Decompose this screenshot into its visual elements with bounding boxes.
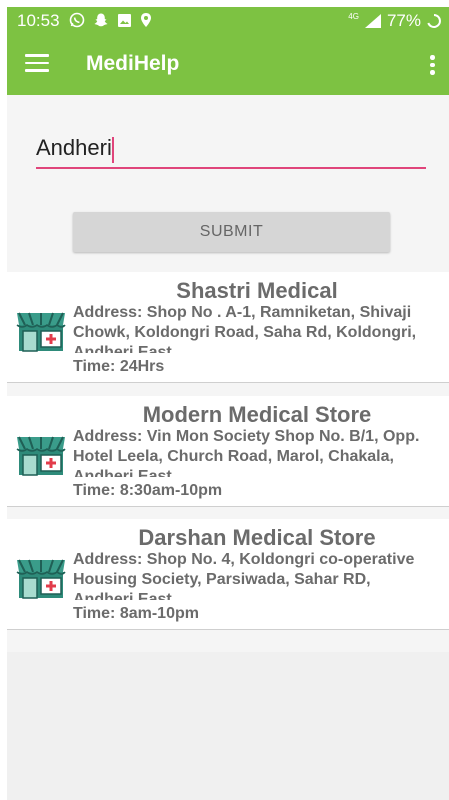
signal-icon — [364, 14, 381, 28]
store-hours: Time: 8:30am-10pm — [73, 482, 223, 499]
store-address: Address: Shop No. 4, Koldongri co-operat… — [73, 551, 415, 600]
store-hours: Time: 24Hrs — [73, 358, 165, 375]
location-icon — [141, 13, 151, 27]
store-name: Shastri Medical — [176, 278, 338, 303]
store-card[interactable]: Shastri Medical Address: Shop No . A-1, … — [7, 272, 449, 383]
battery-percent: 77% — [386, 11, 421, 30]
store-address: Address: Vin Mon Society Shop No. B/1, O… — [73, 428, 420, 477]
status-right: 4G 77% — [348, 11, 442, 31]
status-time: 10:53 — [17, 11, 60, 30]
network-label: 4G — [348, 11, 359, 21]
snapchat-icon — [94, 13, 108, 27]
submit-button[interactable]: SUBMIT — [73, 212, 390, 252]
app-title: MediHelp — [86, 52, 180, 75]
more-vert-icon[interactable] — [430, 55, 436, 77]
app-screen: 10:53 4G 77% MediHelp Andheri SUBMIT Sha… — [7, 7, 449, 800]
store-name: Modern Medical Store — [142, 402, 372, 427]
text-cursor — [112, 137, 114, 163]
store-card[interactable]: Modern Medical Store Address: Vin Mon So… — [7, 396, 449, 507]
pharmacy-store-icon — [16, 436, 66, 476]
empty-list-area — [7, 652, 449, 800]
store-hours: Time: 8am-10pm — [73, 605, 199, 622]
store-card[interactable]: Darshan Medical Store Address: Shop No. … — [7, 519, 449, 630]
sync-icon — [427, 14, 441, 28]
image-icon — [118, 13, 131, 27]
search-panel: SUBMIT — [7, 95, 449, 271]
pharmacy-store-icon — [16, 312, 66, 352]
whatsapp-icon — [69, 12, 85, 28]
hamburger-menu-icon[interactable] — [25, 54, 49, 74]
status-bar: 10:53 4G 77% — [7, 7, 449, 35]
store-address: Address: Shop No . A-1, Ramniketan, Shiv… — [73, 304, 417, 353]
pharmacy-store-icon — [16, 559, 66, 599]
app-bar: MediHelp — [7, 35, 449, 95]
store-name: Darshan Medical Store — [138, 525, 376, 550]
notification-icons — [69, 12, 152, 28]
search-input[interactable] — [36, 131, 426, 169]
